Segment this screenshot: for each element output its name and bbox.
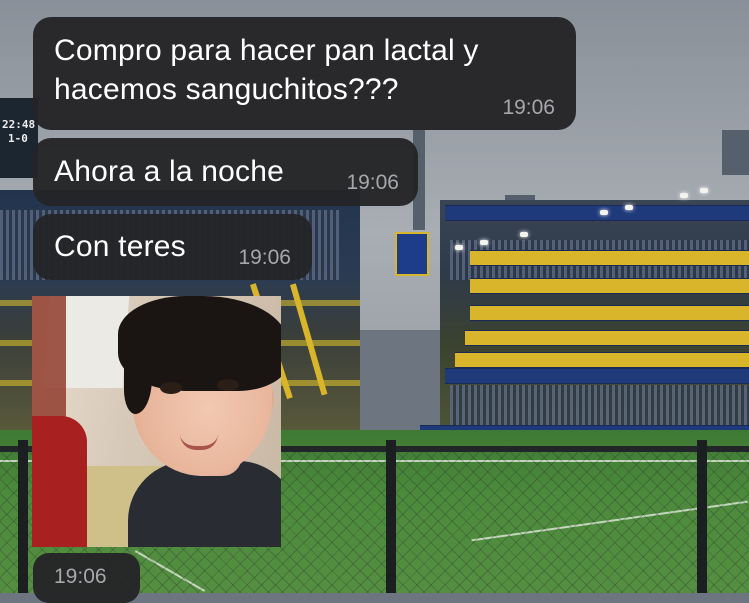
message-timestamp: 19:06 (502, 96, 555, 119)
fence-post (18, 440, 28, 593)
scoreboard-score: 1-0 (8, 132, 28, 145)
fence-post (697, 440, 707, 593)
fence-post (386, 440, 396, 593)
message-timestamp: 19:06 (346, 171, 399, 194)
stadium-board (395, 232, 429, 276)
message-line: hacemos sanguchitos??? (54, 73, 399, 106)
message-text: Con teres (54, 230, 186, 263)
message-bubble[interactable]: Con teres 19:06 (33, 214, 312, 280)
message-line: Compro para hacer pan lactal y (54, 34, 479, 67)
photo-timestamp-bubble: 19:06 (33, 553, 140, 603)
stadium-tower (722, 130, 749, 175)
message-bubble[interactable]: Ahora a la noche 19:06 (33, 138, 418, 206)
message-text: Ahora a la noche (54, 155, 285, 188)
scoreboard-time: 22:48 (2, 118, 36, 131)
message-text: Compro para hacer pan lactal y hacemos s… (54, 31, 479, 109)
message-timestamp: 19:06 (54, 565, 107, 588)
photo-message[interactable] (32, 296, 281, 547)
message-bubble[interactable]: Compro para hacer pan lactal y hacemos s… (33, 17, 576, 130)
message-timestamp: 19:06 (238, 246, 291, 269)
